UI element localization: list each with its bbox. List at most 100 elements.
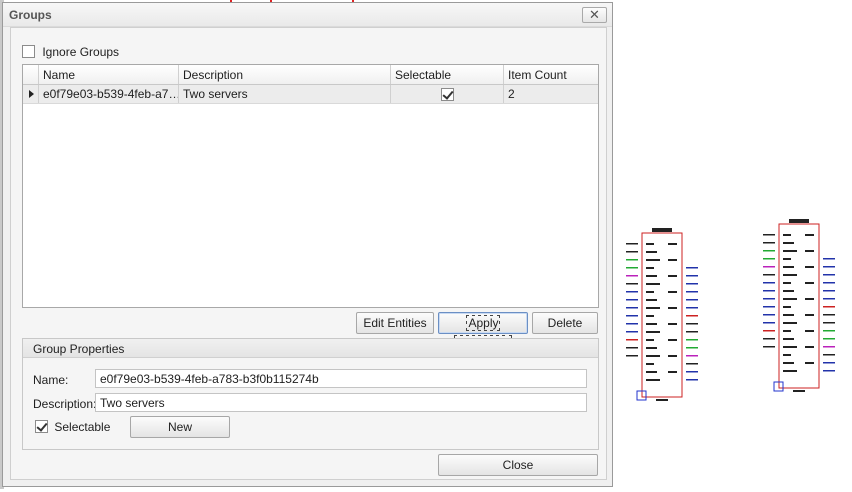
cell-name[interactable]: e0f79e03-b539-4feb-a7… [39, 85, 179, 103]
group-properties-title: Group Properties [33, 342, 125, 356]
selectable-option[interactable]: Selectable [35, 419, 110, 434]
rack-b-slot [805, 282, 814, 284]
rack-a-port-left [626, 243, 638, 245]
rack-a-port-right [686, 275, 698, 277]
rack-b-slot [783, 322, 797, 324]
rack-b-port-right [823, 338, 835, 340]
name-label: Name: [33, 373, 69, 387]
selectable-cell-checkbox[interactable] [440, 88, 454, 102]
rack-b-port-left [763, 290, 775, 292]
rack-b-port-right [823, 290, 835, 292]
groups-grid[interactable]: Name Description Selectable Item Count e… [22, 64, 599, 308]
row-pointer-icon [23, 85, 39, 103]
rack-b-port-right [823, 298, 835, 300]
description-label: Description: [33, 397, 97, 411]
rack-b-port-left [763, 330, 775, 332]
rack-a-slot [646, 291, 654, 293]
rack-b-slot [783, 258, 791, 260]
rack-a-slot [668, 339, 677, 341]
rack-a-port-left [626, 307, 638, 309]
rack-a-port-left [626, 259, 638, 261]
column-header-item-count[interactable]: Item Count [504, 65, 598, 84]
rack-b-slot [783, 282, 791, 284]
rack-a-slot [646, 307, 660, 309]
rack-a-port-left [626, 355, 638, 357]
rack-a-port-right [686, 283, 698, 285]
selectable-checkbox[interactable] [35, 420, 48, 434]
selectable-label: Selectable [54, 419, 111, 434]
rack-b-port-left [763, 250, 775, 252]
rack-b-slot [805, 314, 814, 316]
rack-a-port-right [686, 291, 698, 293]
rack-b-port-left [763, 322, 775, 324]
description-field[interactable]: Two servers [95, 393, 587, 412]
rack-a-slot [668, 291, 677, 293]
rack-a-port-right [686, 371, 698, 373]
rack-b-slot [805, 346, 814, 348]
rack-b-port-right [823, 306, 835, 308]
delete-button[interactable]: Delete [532, 312, 598, 334]
rack-a-slot [668, 355, 677, 357]
apply-properties-button[interactable]: Apply Properties [438, 312, 528, 351]
rack-a-slot [646, 243, 654, 245]
rack-a-port-right [686, 307, 698, 309]
rack-a-port-left [626, 291, 638, 293]
column-header-name[interactable]: Name [39, 65, 179, 84]
column-header-selectable[interactable]: Selectable [391, 65, 504, 84]
rack-a-slot [646, 355, 660, 357]
rack-a-port-left [626, 315, 638, 317]
rack-b-port-left [763, 242, 775, 244]
name-field[interactable]: e0f79e03-b539-4feb-a783-b3f0b115274b [95, 369, 587, 388]
rack-a-slot [646, 251, 657, 253]
delete-label: Delete [547, 316, 583, 330]
rack-b-slot [783, 338, 794, 340]
rack-a-slot [646, 275, 657, 277]
rack-b-port-right [823, 258, 835, 260]
rack-a-slot [646, 379, 660, 381]
cell-description[interactable]: Two servers [179, 85, 391, 103]
rack-b-port-right [823, 370, 835, 372]
new-button[interactable]: New [130, 416, 230, 438]
rack-a-port-left [626, 347, 638, 349]
rack-a-port-right [686, 331, 698, 333]
rack-a-port-right [686, 299, 698, 301]
close-icon[interactable]: ✕ [582, 7, 607, 23]
rack-b-port-right [823, 322, 835, 324]
table-row[interactable]: e0f79e03-b539-4feb-a7… Two servers 2 [23, 85, 598, 104]
rack-a-port-left [626, 275, 638, 277]
rack-b-port-left [763, 282, 775, 284]
cell-selectable[interactable] [391, 85, 504, 103]
rack-b-slot [783, 274, 797, 276]
cell-item-count[interactable]: 2 [504, 85, 598, 103]
rack-a-port-right [686, 323, 698, 325]
close-button[interactable]: Close [438, 454, 598, 476]
ignore-groups-label: Ignore Groups [42, 44, 120, 59]
rack-b-slot [783, 354, 791, 356]
edit-entities-label: Edit Entities [363, 316, 427, 330]
rack-a-slot [646, 259, 660, 261]
rack-a-slot [646, 283, 660, 285]
group-properties-header: Group Properties [23, 339, 598, 358]
rack-b-slot [783, 346, 797, 348]
rack-a-port-left [626, 299, 638, 301]
rack-a-slot [646, 267, 654, 269]
rack-a-port-right [686, 347, 698, 349]
rack-b-slot [783, 362, 794, 364]
column-header-description[interactable]: Description [179, 65, 391, 84]
rack-a-slot [668, 243, 677, 245]
ignore-groups-checkbox[interactable] [22, 45, 35, 59]
title-bar[interactable]: Groups ✕ [3, 3, 612, 27]
rack-a-slot [668, 275, 677, 277]
rack-b-port-left [763, 266, 775, 268]
edit-entities-button[interactable]: Edit Entities [356, 312, 434, 334]
rack-b-port-right [823, 330, 835, 332]
groups-dialog: Groups ✕ Ignore Groups Name Description … [2, 2, 613, 487]
ignore-groups-option[interactable]: Ignore Groups [22, 44, 119, 59]
rack-b-port-right [823, 282, 835, 284]
rack-a-slot [646, 339, 654, 341]
rack-a-top-cap [652, 228, 672, 232]
rack-b-slot [805, 362, 814, 364]
diagram-canvas[interactable] [614, 0, 852, 489]
rack-b-port-left [763, 314, 775, 316]
rack-b-port-right [823, 314, 835, 316]
